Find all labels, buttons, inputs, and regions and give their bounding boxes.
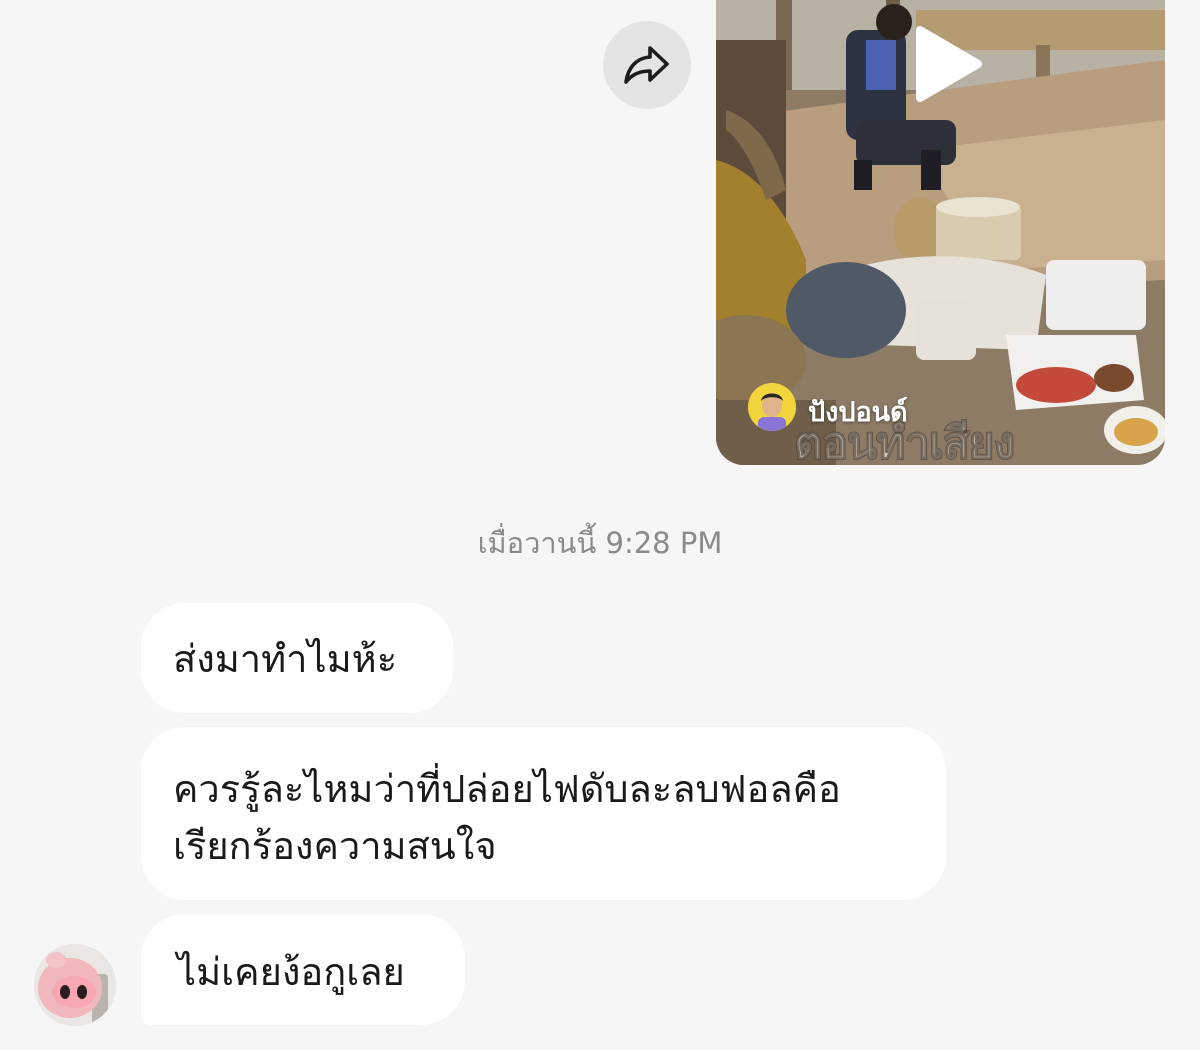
message-text: ไม่เคยง้อกูเลย [177, 950, 405, 994]
shared-video-thumbnail[interactable]: ตอนทำเสียง ปังปอนด์ [716, 0, 1165, 465]
author-avatar-image [748, 383, 796, 431]
play-icon[interactable] [914, 24, 984, 104]
message-bubble[interactable]: ส่งมาทำไมห้ะ [141, 603, 453, 713]
pig-avatar-image [34, 944, 116, 1026]
author-avatar[interactable] [748, 383, 796, 431]
post-author-name: ปังปอนด์ [808, 397, 908, 428]
message-bubble[interactable]: ไม่เคยง้อกูเลย [141, 914, 465, 1025]
message-text: ส่งมาทำไมห้ะ [173, 637, 398, 681]
message-text: ควรรู้ละไหมว่าที่ปล่อยไฟดับละลบฟอลคือ เร… [173, 767, 841, 868]
contact-avatar[interactable] [34, 944, 116, 1026]
message-timestamp: เมื่อวานนี้ 9:28 PM [477, 526, 723, 560]
share-button[interactable] [603, 21, 691, 109]
message-bubble[interactable]: ควรรู้ละไหมว่าที่ปล่อยไฟดับละลบฟอลคือ เร… [141, 727, 946, 900]
share-forward-icon [624, 46, 669, 84]
